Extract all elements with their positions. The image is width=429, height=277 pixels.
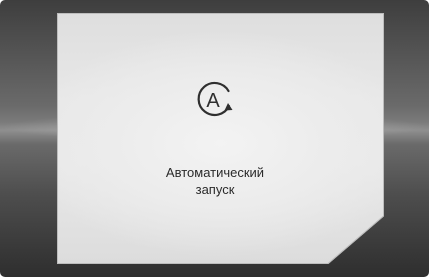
message-line-2: запуск	[195, 182, 235, 197]
auto-start-icon-letter: A	[206, 90, 220, 112]
notification-card	[57, 13, 384, 264]
display-frame: A Автоматический запуск	[0, 0, 429, 277]
auto-start-icon: A	[193, 79, 237, 121]
message-line-1: Автоматический	[165, 165, 265, 180]
auto-start-message: Автоматический запуск	[120, 164, 310, 198]
